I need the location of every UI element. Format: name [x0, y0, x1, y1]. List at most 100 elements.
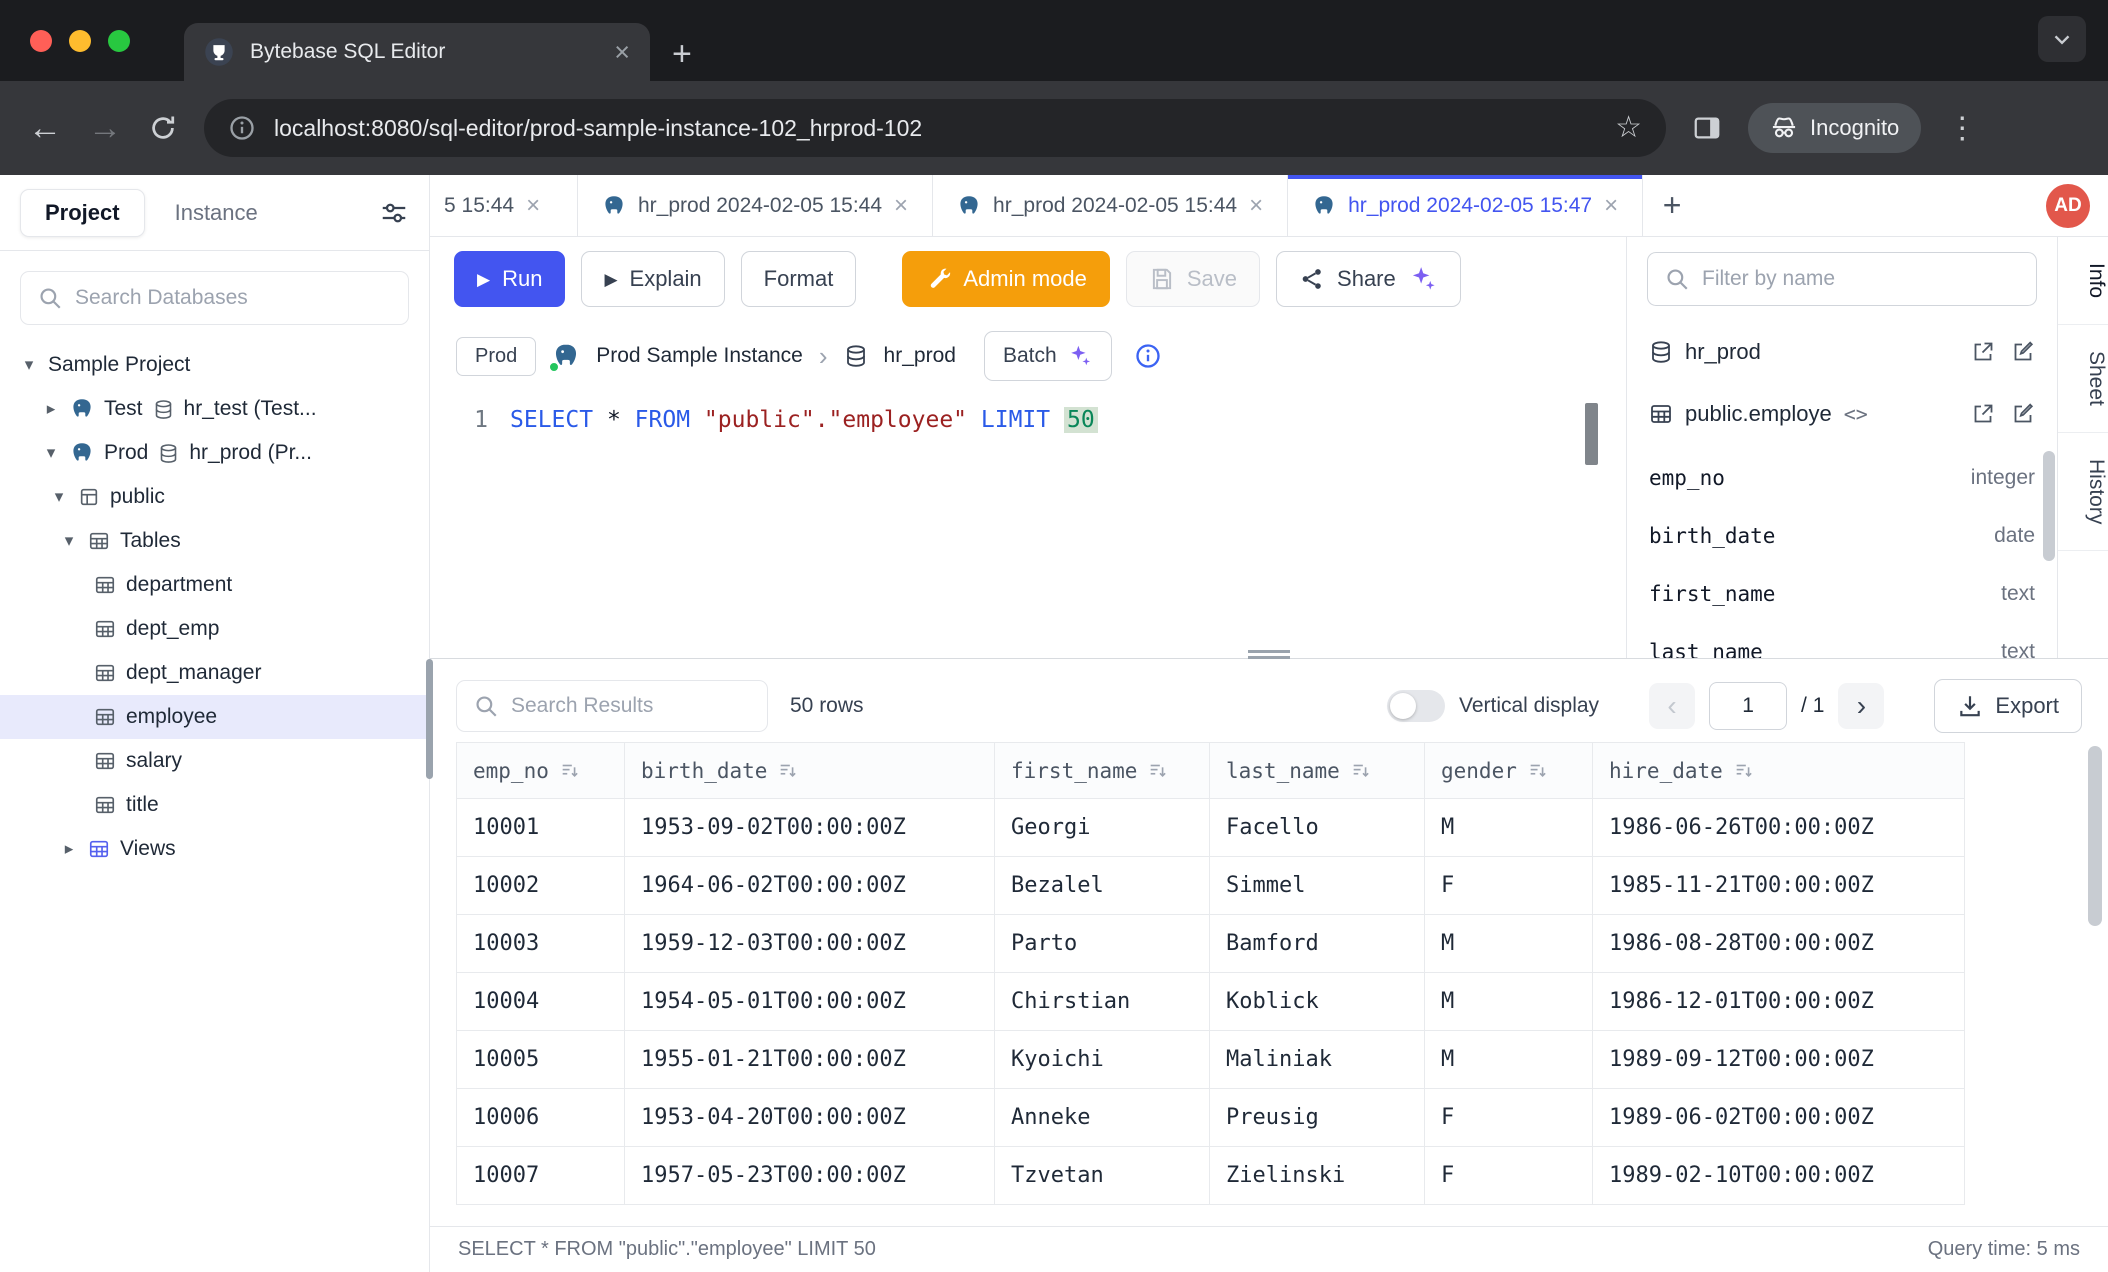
share-button[interactable]: Share	[1276, 251, 1461, 307]
batch-button[interactable]: Batch	[984, 331, 1112, 381]
horizontal-splitter[interactable]	[430, 658, 2108, 670]
cell[interactable]: 1989-02-10T00:00:00Z	[1593, 1147, 1965, 1205]
tree-item-schema-public[interactable]: ▾ public	[0, 475, 429, 519]
cell[interactable]: F	[1425, 1089, 1593, 1147]
connection-info-icon[interactable]	[1134, 342, 1162, 370]
caret-right-icon[interactable]: ▸	[60, 839, 78, 859]
tab-history[interactable]: History	[2058, 433, 2108, 551]
close-icon[interactable]: ×	[894, 194, 908, 218]
close-icon[interactable]: ×	[1604, 194, 1618, 218]
grid-scrollbar[interactable]	[2088, 746, 2102, 926]
caret-down-icon[interactable]: ▾	[42, 443, 60, 463]
open-external-button[interactable]	[1971, 402, 1995, 426]
tree-item-prod-db[interactable]: ▾ Prod hr_prod (Pr...	[0, 431, 429, 475]
table-row[interactable]: 100071957-05-23T00:00:00ZTzvetanZielinsk…	[457, 1147, 1965, 1205]
edit-button[interactable]	[2011, 340, 2035, 364]
cell[interactable]: Maliniak	[1210, 1031, 1425, 1089]
format-button[interactable]: Format	[741, 251, 857, 307]
bookmark-star-icon[interactable]: ☆	[1615, 113, 1642, 143]
cell[interactable]: 1964-06-02T00:00:00Z	[625, 857, 995, 915]
cell[interactable]: 10002	[457, 857, 625, 915]
tree-item-table-dept-manager[interactable]: dept_manager	[0, 651, 429, 695]
tree-item-table-salary[interactable]: salary	[0, 739, 429, 783]
close-tab-icon[interactable]: ×	[614, 39, 630, 66]
database-search[interactable]	[20, 271, 409, 325]
cell[interactable]: Georgi	[995, 799, 1210, 857]
cell[interactable]: 10005	[457, 1031, 625, 1089]
splitter-grip-icon[interactable]	[1248, 650, 1290, 659]
sort-icon[interactable]	[1350, 760, 1372, 782]
instance-name[interactable]: Prod Sample Instance	[596, 344, 803, 368]
forward-button[interactable]: →	[88, 111, 122, 145]
tab-instance[interactable]: Instance	[151, 190, 282, 236]
tree-item-table-department[interactable]: department	[0, 563, 429, 607]
panel-scrollbar[interactable]	[2043, 451, 2055, 561]
new-browser-tab-button[interactable]: +	[672, 37, 692, 71]
filter-input[interactable]	[1702, 267, 2020, 291]
url-text[interactable]: localhost:8080/sql-editor/prod-sample-in…	[274, 115, 1597, 142]
tab-project[interactable]: Project	[20, 189, 145, 237]
tree-item-views-group[interactable]: ▸ Views	[0, 827, 429, 871]
tree-item-tables-group[interactable]: ▾ Tables	[0, 519, 429, 563]
table-row[interactable]: 100011953-09-02T00:00:00ZGeorgiFacelloM1…	[457, 799, 1965, 857]
table-row[interactable]: 100031959-12-03T00:00:00ZPartoBamfordM19…	[457, 915, 1965, 973]
editor-tab-1[interactable]: 5 15:44 ×	[430, 175, 578, 236]
cell[interactable]: 1953-04-20T00:00:00Z	[625, 1089, 995, 1147]
cell[interactable]: Parto	[995, 915, 1210, 973]
sort-icon[interactable]	[559, 760, 581, 782]
cell[interactable]: Zielinski	[1210, 1147, 1425, 1205]
sort-icon[interactable]	[777, 760, 799, 782]
editor-tab-4-active[interactable]: hr_prod 2024-02-05 15:47 ×	[1288, 175, 1643, 236]
tree-settings-button[interactable]	[379, 198, 409, 228]
cell[interactable]: 1986-08-28T00:00:00Z	[1593, 915, 1965, 973]
tab-search-chevron-button[interactable]	[2038, 16, 2086, 62]
cell[interactable]: 1986-12-01T00:00:00Z	[1593, 973, 1965, 1031]
column-header[interactable]: first_name	[995, 743, 1210, 799]
save-button[interactable]: Save	[1126, 251, 1260, 307]
cell[interactable]: 1957-05-23T00:00:00Z	[625, 1147, 995, 1205]
column-header[interactable]: birth_date	[625, 743, 995, 799]
cell[interactable]: 10001	[457, 799, 625, 857]
results-search-input[interactable]	[511, 694, 751, 718]
close-window-button[interactable]	[30, 30, 52, 52]
cell[interactable]: Anneke	[995, 1089, 1210, 1147]
column-header[interactable]: emp_no	[457, 743, 625, 799]
tree-item-test-db[interactable]: ▸ Test hr_test (Test...	[0, 387, 429, 431]
next-page-button[interactable]: ›	[1838, 683, 1884, 729]
cell[interactable]: 1989-06-02T00:00:00Z	[1593, 1089, 1965, 1147]
tab-sheet[interactable]: Sheet	[2058, 325, 2108, 433]
cell[interactable]: M	[1425, 799, 1593, 857]
close-icon[interactable]: ×	[526, 194, 540, 218]
tree-item-table-title[interactable]: title	[0, 783, 429, 827]
cell[interactable]: Preusig	[1210, 1089, 1425, 1147]
table-row[interactable]: 100061953-04-20T00:00:00ZAnnekePreusigF1…	[457, 1089, 1965, 1147]
environment-chip[interactable]: Prod	[456, 337, 536, 376]
cell[interactable]: 1986-06-26T00:00:00Z	[1593, 799, 1965, 857]
sort-icon[interactable]	[1147, 760, 1169, 782]
prev-page-button[interactable]: ‹	[1649, 683, 1695, 729]
cell[interactable]: Simmel	[1210, 857, 1425, 915]
table-row[interactable]: 100041954-05-01T00:00:00ZChirstianKoblic…	[457, 973, 1965, 1031]
cell[interactable]: 1955-01-21T00:00:00Z	[625, 1031, 995, 1089]
cell[interactable]: 1985-11-21T00:00:00Z	[1593, 857, 1965, 915]
side-panel-button[interactable]	[1692, 113, 1722, 143]
cell[interactable]: 10006	[457, 1089, 625, 1147]
cell[interactable]: 1959-12-03T00:00:00Z	[625, 915, 995, 973]
cell[interactable]: 1989-09-12T00:00:00Z	[1593, 1031, 1965, 1089]
table-row[interactable]: 100051955-01-21T00:00:00ZKyoichiMaliniak…	[457, 1031, 1965, 1089]
caret-down-icon[interactable]: ▾	[20, 355, 38, 375]
cell[interactable]: Kyoichi	[995, 1031, 1210, 1089]
sql-statement[interactable]: SELECT * FROM "public"."employee" LIMIT …	[510, 391, 1098, 658]
export-button[interactable]: Export	[1934, 679, 2082, 733]
results-search-box[interactable]	[456, 680, 768, 732]
sidebar-resize-handle[interactable]	[426, 659, 433, 779]
column-header[interactable]: hire_date	[1593, 743, 1965, 799]
site-info-icon[interactable]	[228, 114, 256, 142]
editor-tab-3[interactable]: hr_prod 2024-02-05 15:44 ×	[933, 175, 1288, 236]
cell[interactable]: Tzvetan	[995, 1147, 1210, 1205]
edit-button[interactable]	[2011, 402, 2035, 426]
cell[interactable]: 1953-09-02T00:00:00Z	[625, 799, 995, 857]
column-header[interactable]: last_name	[1210, 743, 1425, 799]
new-editor-tab-button[interactable]: +	[1643, 175, 1701, 236]
browser-tab[interactable]: Bytebase SQL Editor ×	[184, 23, 650, 81]
